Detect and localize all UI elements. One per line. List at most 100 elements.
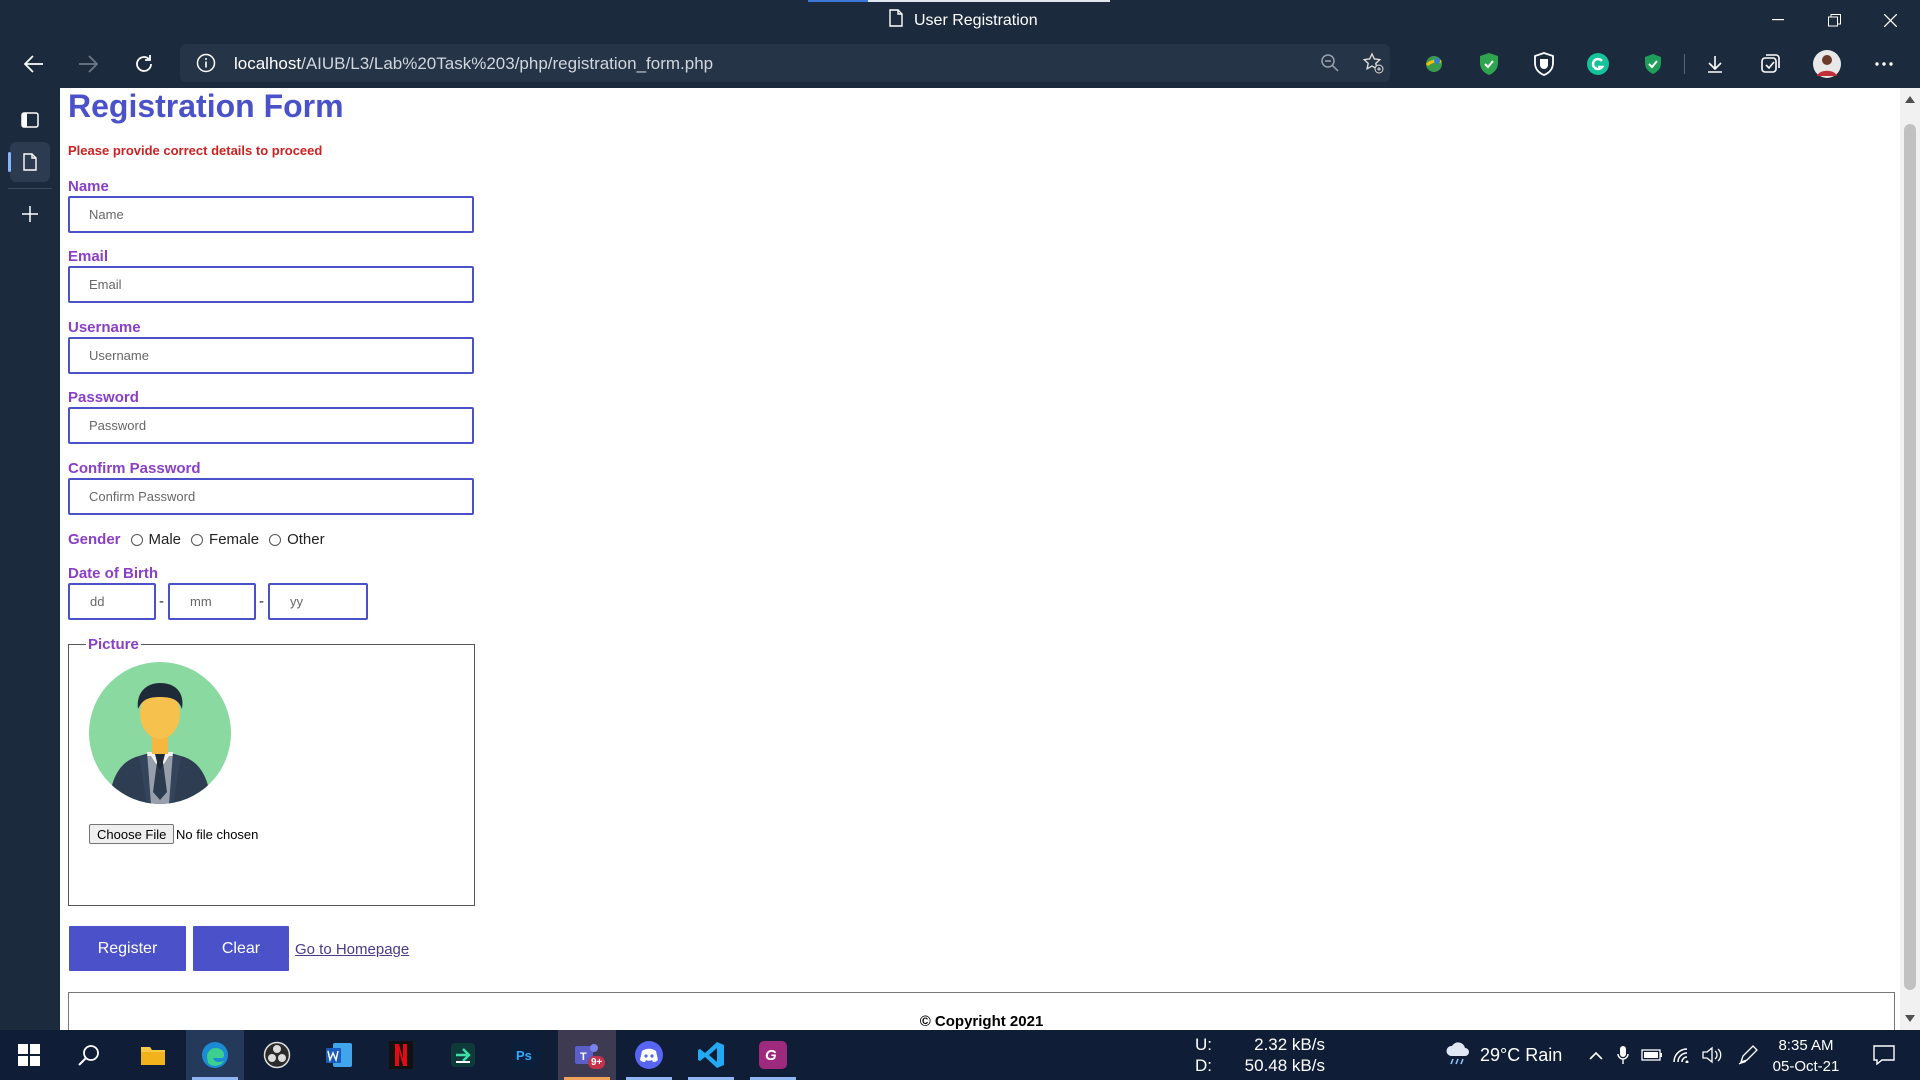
ublock-icon[interactable]: [1528, 48, 1560, 80]
radio-male[interactable]: [130, 533, 143, 546]
edge-icon[interactable]: [186, 1030, 244, 1080]
gender-option-male[interactable]: Male: [130, 531, 182, 548]
vertical-tab-icon[interactable]: [8, 142, 50, 182]
clear-button[interactable]: Clear: [193, 926, 289, 971]
username-input[interactable]: [68, 337, 474, 374]
copyright-text: © Copyright 2021: [919, 1013, 1044, 1030]
password-label: Password: [68, 389, 139, 406]
restore-button[interactable]: [1806, 0, 1862, 40]
windows-start-icon[interactable]: [0, 1030, 58, 1080]
vscode-icon[interactable]: [682, 1030, 740, 1080]
active-tab-indicator[interactable]: [808, 0, 1110, 2]
dob-month-input[interactable]: [168, 583, 256, 620]
gender-label: Gender: [68, 531, 121, 548]
teams-icon[interactable]: T 9+: [558, 1030, 616, 1080]
collections-icon[interactable]: [1754, 48, 1786, 80]
toolbar-divider: [1684, 54, 1685, 74]
weather-widget[interactable]: 29°C Rain: [1444, 1030, 1562, 1080]
netflix-icon[interactable]: [372, 1030, 430, 1080]
close-button[interactable]: [1862, 0, 1918, 40]
zoom-icon[interactable]: [1320, 53, 1340, 78]
dob-day-input[interactable]: [68, 583, 156, 620]
info-icon[interactable]: [196, 53, 216, 78]
profile-avatar[interactable]: [1811, 48, 1843, 80]
scroll-down-arrow-icon[interactable]: [1905, 1015, 1915, 1022]
download-label: D:: [1195, 1056, 1212, 1075]
search-icon[interactable]: [60, 1030, 118, 1080]
volume-icon[interactable]: [1700, 1030, 1724, 1080]
more-icon[interactable]: [1868, 48, 1900, 80]
scroll-up-arrow-icon[interactable]: [1905, 96, 1915, 103]
minimize-button[interactable]: [1750, 0, 1806, 40]
radio-male-label: Male: [148, 531, 182, 548]
vertical-tabs-sidebar: [0, 88, 60, 1030]
microphone-icon[interactable]: [1612, 1030, 1634, 1080]
scrollbar-thumb[interactable]: [1904, 124, 1916, 990]
wifi-icon[interactable]: [1670, 1030, 1694, 1080]
password-input[interactable]: [68, 407, 474, 444]
notification-icon[interactable]: [1864, 1030, 1904, 1080]
name-input[interactable]: [68, 196, 474, 233]
page-content: Registration Form Please provide correct…: [60, 88, 1900, 1030]
shield-icon[interactable]: [1473, 48, 1505, 80]
discord-icon[interactable]: [620, 1030, 678, 1080]
radio-female-label: Female: [209, 531, 260, 548]
new-tab-icon[interactable]: [10, 194, 50, 234]
gender-option-other[interactable]: Other: [269, 531, 325, 548]
page-scrollbar[interactable]: [1900, 88, 1920, 1030]
radio-other-label: Other: [287, 531, 325, 548]
confirm-password-input[interactable]: [68, 478, 474, 515]
download-speed: 50.48 kB/s: [1244, 1056, 1325, 1075]
name-label: Name: [68, 178, 109, 195]
word-icon[interactable]: [310, 1030, 368, 1080]
address-bar[interactable]: localhost/AIUB/L3/Lab%20Task%203/php/reg…: [180, 44, 1390, 82]
app-arrow-icon[interactable]: [434, 1030, 492, 1080]
picture-legend: Picture: [86, 636, 141, 653]
chevron-up-icon[interactable]: [1584, 1030, 1608, 1080]
choose-file-button[interactable]: Choose File: [89, 824, 175, 844]
pen-icon[interactable]: [1736, 1030, 1760, 1080]
gender-group: Gender Male Female Other: [68, 531, 335, 548]
favorite-add-icon[interactable]: [1362, 52, 1384, 79]
email-input[interactable]: [68, 266, 474, 303]
taskbar: Ps T 9+ G U: 2.32 kB/s D: 50.48 kB/s 29°C …: [0, 1030, 1920, 1080]
page-icon: [888, 9, 904, 32]
system-clock[interactable]: 8:35 AM 05-Oct-21: [1760, 1035, 1852, 1077]
battery-icon[interactable]: [1640, 1030, 1664, 1080]
download-icon[interactable]: [1699, 48, 1731, 80]
tab-actions-icon[interactable]: [10, 100, 50, 140]
sidebar-divider: [8, 188, 52, 189]
radio-female[interactable]: [191, 533, 204, 546]
radio-other[interactable]: [269, 533, 282, 546]
file-status: No file chosen: [176, 827, 259, 842]
obs-icon[interactable]: [248, 1030, 306, 1080]
dob-separator: -: [159, 593, 164, 610]
photoshop-icon[interactable]: Ps: [496, 1030, 554, 1080]
refresh-icon[interactable]: [128, 48, 160, 80]
back-icon[interactable]: [18, 48, 50, 80]
svg-text:Ps: Ps: [516, 1048, 532, 1063]
window-title: User Registration: [888, 9, 1038, 32]
network-speed: U: 2.32 kB/s D: 50.48 kB/s: [1195, 1034, 1325, 1076]
extension-earth-icon[interactable]: [1418, 48, 1450, 80]
file-explorer-icon[interactable]: [124, 1030, 182, 1080]
tab-title: User Registration: [914, 11, 1038, 29]
forward-icon[interactable]: [72, 48, 104, 80]
pdf-icon[interactable]: G: [744, 1030, 802, 1080]
dob-separator: -: [259, 593, 264, 610]
register-button[interactable]: Register: [69, 926, 186, 971]
clock-date: 05-Oct-21: [1772, 1058, 1840, 1075]
homepage-link[interactable]: Go to Homepage: [295, 941, 409, 958]
username-label: Username: [68, 319, 141, 336]
check-shield-icon[interactable]: [1637, 48, 1669, 80]
dob-year-input[interactable]: [268, 583, 368, 620]
confirm-password-label: Confirm Password: [68, 460, 201, 477]
url-text[interactable]: localhost/AIUB/L3/Lab%20Task%203/php/reg…: [234, 54, 713, 74]
svg-text:T: T: [580, 1051, 587, 1063]
navigation-bar: localhost/AIUB/L3/Lab%20Task%203/php/reg…: [0, 40, 1920, 88]
upload-label: U:: [1195, 1035, 1212, 1054]
grammarly-icon[interactable]: [1582, 48, 1614, 80]
gender-option-female[interactable]: Female: [191, 531, 259, 548]
svg-text:G: G: [765, 1047, 777, 1064]
email-label: Email: [68, 248, 109, 265]
